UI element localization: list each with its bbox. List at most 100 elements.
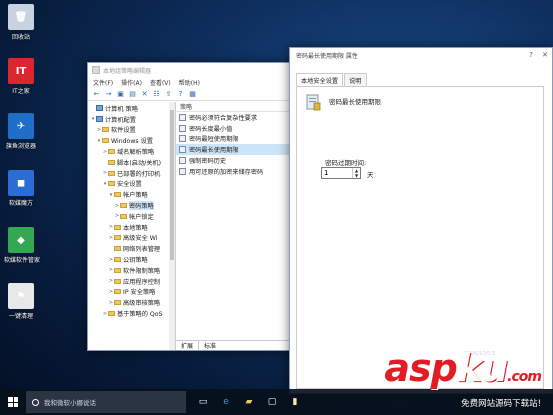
tree-node[interactable]: > 本地策略 <box>88 222 175 233</box>
browser-icon: ✈ <box>8 113 34 139</box>
tree-node[interactable]: > IP 安全策略 <box>88 287 175 298</box>
tree-node[interactable]: > 高级安全 Wi <box>88 233 175 244</box>
cortana-icon <box>32 398 39 406</box>
desktop-shortcut-label: 一键清理 <box>8 313 33 320</box>
folder-icon <box>114 257 121 263</box>
file-explorer-icon[interactable]: ▰ <box>242 395 256 409</box>
start-button[interactable] <box>0 389 26 415</box>
unit-label: 天 <box>367 171 374 179</box>
policy-icon <box>179 167 186 175</box>
tree-node[interactable]: ▾ 帐户策略 <box>88 189 175 200</box>
desktop-shortcut-label: 旗鱼浏览器 <box>5 143 36 150</box>
menu-item[interactable]: 文件(F) <box>93 78 113 87</box>
tree-node[interactable]: 脚本(启动/关机) <box>88 157 175 168</box>
note-icon[interactable]: ▮ <box>288 395 302 409</box>
desktop-shortcut-label: 回收站 <box>11 34 30 41</box>
expire-label: 密码过期时间: <box>325 159 367 167</box>
show-tree-icon[interactable]: ▤ <box>128 90 137 99</box>
dialog-help-icon[interactable]: ? <box>524 48 538 62</box>
tree-node[interactable]: > 基于策略的 QoS <box>88 308 175 319</box>
policy-icon <box>179 146 186 154</box>
desktop-shortcut[interactable]: ◼ 软媒魔方 <box>4 170 38 207</box>
folder-icon <box>114 300 121 306</box>
watermark-logo: aspku.com <box>384 346 542 390</box>
folder-icon <box>102 127 109 133</box>
folder-icon <box>114 267 121 273</box>
tree-node[interactable]: > 应用程序控制 <box>88 276 175 287</box>
desktop-shortcut[interactable]: IT IT之家 <box>4 58 38 95</box>
desktop-shortcut[interactable]: ⚑ 一键清理 <box>4 283 38 320</box>
desktop-shortcut[interactable]: ◆ 软媒软件管家 <box>4 227 40 264</box>
tree-node[interactable]: ▾ Windows 设置 <box>88 135 175 146</box>
policy-label: 密码最长使用期限 <box>189 147 239 155</box>
tree-node[interactable]: > 帐户锁定 <box>88 211 175 222</box>
tab-explain[interactable]: 说明 <box>344 73 367 87</box>
days-input[interactable] <box>322 168 352 178</box>
dialog-titlebar[interactable]: 密码最长使用期限 属性 ? ✕ <box>290 48 552 62</box>
view-tab[interactable]: 标准 <box>199 341 221 350</box>
view-tab[interactable]: 扩展 <box>176 341 200 350</box>
dialog-close-icon[interactable]: ✕ <box>538 48 552 62</box>
tree-node[interactable]: > 域名解析策略 <box>88 146 175 157</box>
help-icon[interactable]: ? <box>176 90 185 99</box>
back-arrow-icon[interactable]: ← <box>92 90 101 99</box>
tree-node-label: IP 安全策略 <box>123 289 156 297</box>
tree-node[interactable]: ▾ 计算机配置 <box>88 114 175 125</box>
tree-scroll-thumb[interactable] <box>170 110 174 260</box>
watermark-subtitle: 免费网站源码下载站! <box>461 399 541 409</box>
days-stepper[interactable]: ▲ ▼ <box>321 167 361 179</box>
edge-icon[interactable]: e <box>219 395 233 409</box>
desktop-shortcut-label: IT之家 <box>12 88 30 95</box>
tree-node[interactable]: > 软件设置 <box>88 125 175 136</box>
tree-node[interactable]: > 已部署的打印机 <box>88 168 175 179</box>
windows-logo-icon <box>8 397 18 407</box>
tree-node[interactable]: > 软件限制策略 <box>88 265 175 276</box>
tree-node[interactable]: > 高级审核策略 <box>88 297 175 308</box>
tree-node[interactable]: > 公钥策略 <box>88 254 175 265</box>
tree-node[interactable]: 计算机 策略 <box>88 103 175 114</box>
export-icon[interactable]: ⇪ <box>164 90 173 99</box>
tree-node[interactable]: > 密码策略 <box>88 200 175 211</box>
menu-item[interactable]: 查看(V) <box>150 78 171 87</box>
policy-icon <box>179 113 186 121</box>
policy-icon <box>179 135 186 143</box>
gpedit-title: 本地组策略编辑器 <box>103 67 152 75</box>
tree-node[interactable]: ▾ 安全设置 <box>88 179 175 190</box>
folder-icon <box>114 192 121 198</box>
menu-item[interactable]: 帮助(H) <box>179 78 200 87</box>
forward-arrow-icon[interactable]: → <box>104 90 113 99</box>
tab-body: 密码最长使用期限 密码过期时间: ▲ ▼ 天 <box>296 86 544 389</box>
desktop-shortcut[interactable]: 🗑 回收站 <box>4 4 38 41</box>
folder-icon <box>120 213 127 219</box>
search-box[interactable]: 我和微软小娜说话 <box>26 391 186 413</box>
cube-icon: ◼ <box>8 170 34 196</box>
tree-node-label: 已部署的打印机 <box>117 170 161 178</box>
tree-node-label: 应用程序控制 <box>123 278 161 286</box>
properties-icon[interactable]: ☷ <box>152 90 161 99</box>
tab-local-security-setting[interactable]: 本地安全设置 <box>296 73 344 87</box>
policy-icon <box>179 124 186 132</box>
view-icon[interactable]: ▦ <box>188 90 197 99</box>
tree-node-label: 帐户锁定 <box>129 213 154 221</box>
spin-down-icon[interactable]: ▼ <box>353 173 360 178</box>
desktop-shortcut[interactable]: ✈ 旗鱼浏览器 <box>4 113 38 150</box>
folder-icon <box>108 159 115 165</box>
folder-icon <box>114 278 121 284</box>
task-view-icon[interactable]: ▭ <box>196 395 210 409</box>
tree-scrollbar[interactable] <box>169 102 175 350</box>
ithome-icon: IT <box>8 58 34 84</box>
tree-node-label: 脚本(启动/关机) <box>117 159 162 167</box>
tree-node-label: 域名解析策略 <box>117 149 155 157</box>
folder-icon <box>102 138 109 144</box>
folder-icon <box>114 235 121 241</box>
up-folder-icon[interactable]: ▣ <box>116 90 125 99</box>
menu-item[interactable]: 操作(A) <box>121 78 142 87</box>
folder-icon <box>108 170 115 176</box>
tree-node-label: 安全设置 <box>117 181 142 189</box>
delete-icon[interactable]: ✕ <box>140 90 149 99</box>
tree-node-label: 密码策略 <box>129 201 154 211</box>
tree-node[interactable]: 网络列表管理 <box>88 243 175 254</box>
cleaner-icon: ⚑ <box>8 283 34 309</box>
store-icon[interactable]: ▢ <box>265 395 279 409</box>
tree-node-label: 计算机 策略 <box>105 105 138 113</box>
